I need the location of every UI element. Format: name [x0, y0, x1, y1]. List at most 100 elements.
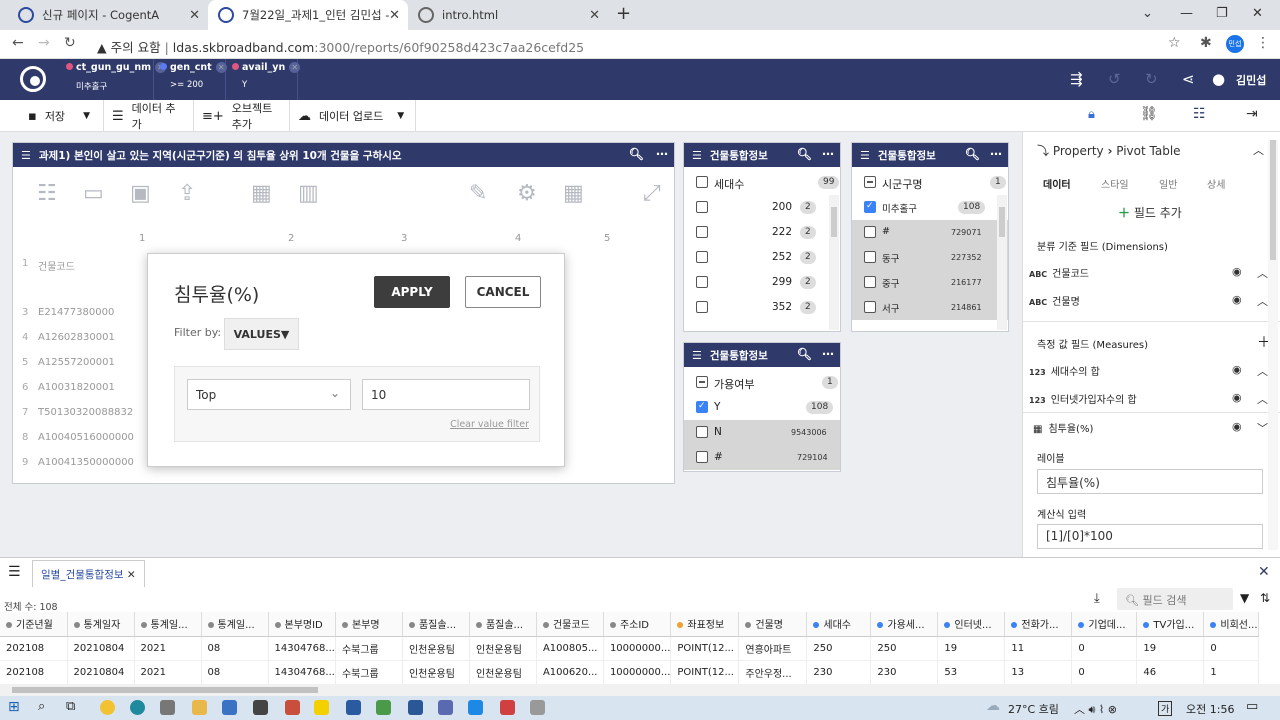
label-input[interactable]: 침투율(%): [1037, 469, 1263, 494]
save-icon[interactable]: ▣: [130, 181, 151, 206]
forward-icon[interactable]: →: [38, 35, 50, 51]
list-item[interactable]: 서구 214861: [852, 295, 1008, 320]
list-item[interactable]: 200 2: [684, 195, 840, 220]
share-icon[interactable]: ⋖: [1182, 70, 1195, 88]
exit-icon[interactable]: ⇥: [1246, 106, 1258, 122]
close-icon[interactable]: ✕: [127, 569, 136, 581]
app-logo[interactable]: [20, 66, 46, 92]
grid-settings-icon[interactable]: ▦: [563, 181, 584, 206]
username[interactable]: 김민섭: [1236, 72, 1266, 88]
clear-value-filter-link[interactable]: Clear value filter: [450, 419, 529, 430]
tab-general[interactable]: 일반: [1159, 176, 1177, 191]
item-checkbox[interactable]: [696, 401, 708, 413]
select-all-checkbox[interactable]: [696, 376, 708, 388]
item-checkbox[interactable]: [696, 226, 708, 238]
more-icon[interactable]: ⋯: [656, 147, 668, 161]
column-header[interactable]: 건물명: [738, 612, 808, 637]
new-tab-button[interactable]: +: [616, 3, 631, 24]
windows-start-icon[interactable]: ⊞: [8, 699, 20, 715]
table-row[interactable]: 202108 20210804 2021 08 14304768... 수북그룹 인천운용팀…: [0, 636, 1259, 661]
column-header[interactable]: 품질솔...: [402, 612, 470, 637]
word-icon[interactable]: [408, 700, 423, 715]
lock-icon[interactable]: 🔒︎: [1088, 107, 1095, 122]
browser-tab-1[interactable]: 신규 페이지 - CogentA ✕: [8, 0, 209, 30]
table-row[interactable]: 202108 20210804 2021 08 14304768... 수북그룹 인천운용팀…: [0, 660, 1259, 685]
column-header[interactable]: 가용세...: [870, 612, 939, 637]
select-all-checkbox[interactable]: [864, 176, 876, 188]
tab-detail[interactable]: 상세: [1207, 176, 1225, 191]
app-icon[interactable]: [438, 700, 453, 715]
item-checkbox[interactable]: [696, 201, 708, 213]
hamburger-icon[interactable]: ☰: [692, 349, 702, 362]
chevron-down-icon[interactable]: ▼: [397, 111, 404, 121]
search-icon[interactable]: ⌕: [38, 699, 45, 714]
add-field-button[interactable]: ＋ 필드 추가: [1118, 204, 1182, 221]
app-icon[interactable]: [222, 700, 237, 715]
filter-icon[interactable]: ▼: [1240, 591, 1249, 605]
menu-icon[interactable]: ☰: [8, 564, 21, 580]
apply-button[interactable]: APPLY: [374, 276, 450, 308]
item-checkbox[interactable]: [696, 301, 708, 313]
sticky-notes-icon[interactable]: [314, 700, 329, 715]
cancel-button[interactable]: CANCEL: [465, 276, 541, 308]
measure-field[interactable]: 123 세대수의 합 ◉ ︿: [1029, 363, 1269, 378]
close-window-button[interactable]: ✕: [1252, 6, 1263, 21]
item-checkbox[interactable]: [864, 251, 876, 263]
item-checkbox[interactable]: [864, 201, 876, 213]
undo-icon[interactable]: ↺: [1108, 70, 1121, 88]
list-item[interactable]: #729104: [684, 445, 840, 470]
field-search-input[interactable]: 🔍︎ 필드 검색: [1117, 588, 1233, 610]
column-header[interactable]: 인터넷...: [937, 612, 1006, 637]
edge-icon[interactable]: [130, 700, 145, 715]
eye-icon[interactable]: ◉: [1232, 293, 1242, 306]
eye-icon[interactable]: ◉: [1232, 265, 1242, 278]
gear-icon[interactable]: ⚙: [517, 181, 537, 206]
app-icon[interactable]: [500, 700, 515, 715]
column-header[interactable]: 좌표정보: [670, 612, 740, 637]
maximize-button[interactable]: ❐: [1216, 6, 1228, 21]
database-icon[interactable]: ☷: [1193, 106, 1206, 122]
hamburger-icon[interactable]: ☰: [692, 149, 702, 162]
more-icon[interactable]: ⋯: [822, 147, 834, 161]
column-header[interactable]: 통계일...: [201, 612, 269, 637]
close-tab-icon[interactable]: ✕: [189, 8, 200, 23]
filter-chip-2[interactable]: gen_cnt ✕ >= 200: [154, 59, 227, 100]
scrollbar[interactable]: [997, 195, 1007, 330]
search-icon[interactable]: 🔍︎: [797, 147, 812, 161]
close-panel-icon[interactable]: ✕: [1258, 564, 1270, 580]
top-bottom-select[interactable]: Top ⌄: [187, 379, 351, 410]
list-item[interactable]: 299 2: [684, 270, 840, 295]
filter-chip-3[interactable]: avail_yn ✕ Y: [226, 59, 301, 100]
link-icon[interactable]: ⛓: [1140, 106, 1158, 122]
filter-mode-button[interactable]: VALUES ▼: [224, 318, 299, 350]
search-icon[interactable]: 🔍︎: [965, 147, 980, 161]
chevron-up-icon[interactable]: ︿: [1257, 391, 1268, 407]
tab-style[interactable]: 스타일: [1101, 176, 1129, 191]
save-button[interactable]: ▪ 저장 ▼: [20, 100, 104, 132]
vscode-icon[interactable]: [468, 700, 483, 715]
column-header[interactable]: 품질솔...: [469, 612, 537, 637]
hamburger-icon[interactable]: ☰: [860, 149, 870, 162]
chart-icon[interactable]: ▥: [298, 181, 319, 206]
chrome-icon[interactable]: [100, 700, 115, 715]
close-tab-icon[interactable]: ✕: [589, 8, 600, 23]
grid-icon[interactable]: ▦: [251, 181, 272, 206]
list-item[interactable]: 252 2: [684, 245, 840, 270]
select-all-checkbox[interactable]: [696, 176, 708, 188]
reload-icon[interactable]: ↻: [64, 35, 76, 51]
eye-icon[interactable]: ◉: [1232, 420, 1242, 433]
ime-indicator[interactable]: 가: [1158, 701, 1173, 716]
browser-tab-3[interactable]: intro.html ✕: [408, 0, 608, 30]
search-icon[interactable]: 🔍︎: [797, 347, 812, 361]
formula-input[interactable]: [1]/[0]*100: [1037, 524, 1263, 549]
column-header[interactable]: TV가입...: [1136, 612, 1205, 637]
column-header[interactable]: 기업데...: [1071, 612, 1138, 637]
horizontal-scrollbar[interactable]: [0, 684, 1280, 696]
item-checkbox[interactable]: [864, 301, 876, 313]
chevron-up-icon[interactable]: ︿: [1257, 293, 1268, 309]
profile-avatar[interactable]: 민섭: [1226, 35, 1244, 53]
add-object-button[interactable]: ≡+ 오브젝트 추가: [194, 100, 290, 132]
item-checkbox[interactable]: [864, 276, 876, 288]
export-icon[interactable]: ⇪: [178, 181, 196, 206]
list-item[interactable]: Y 108: [684, 395, 840, 420]
